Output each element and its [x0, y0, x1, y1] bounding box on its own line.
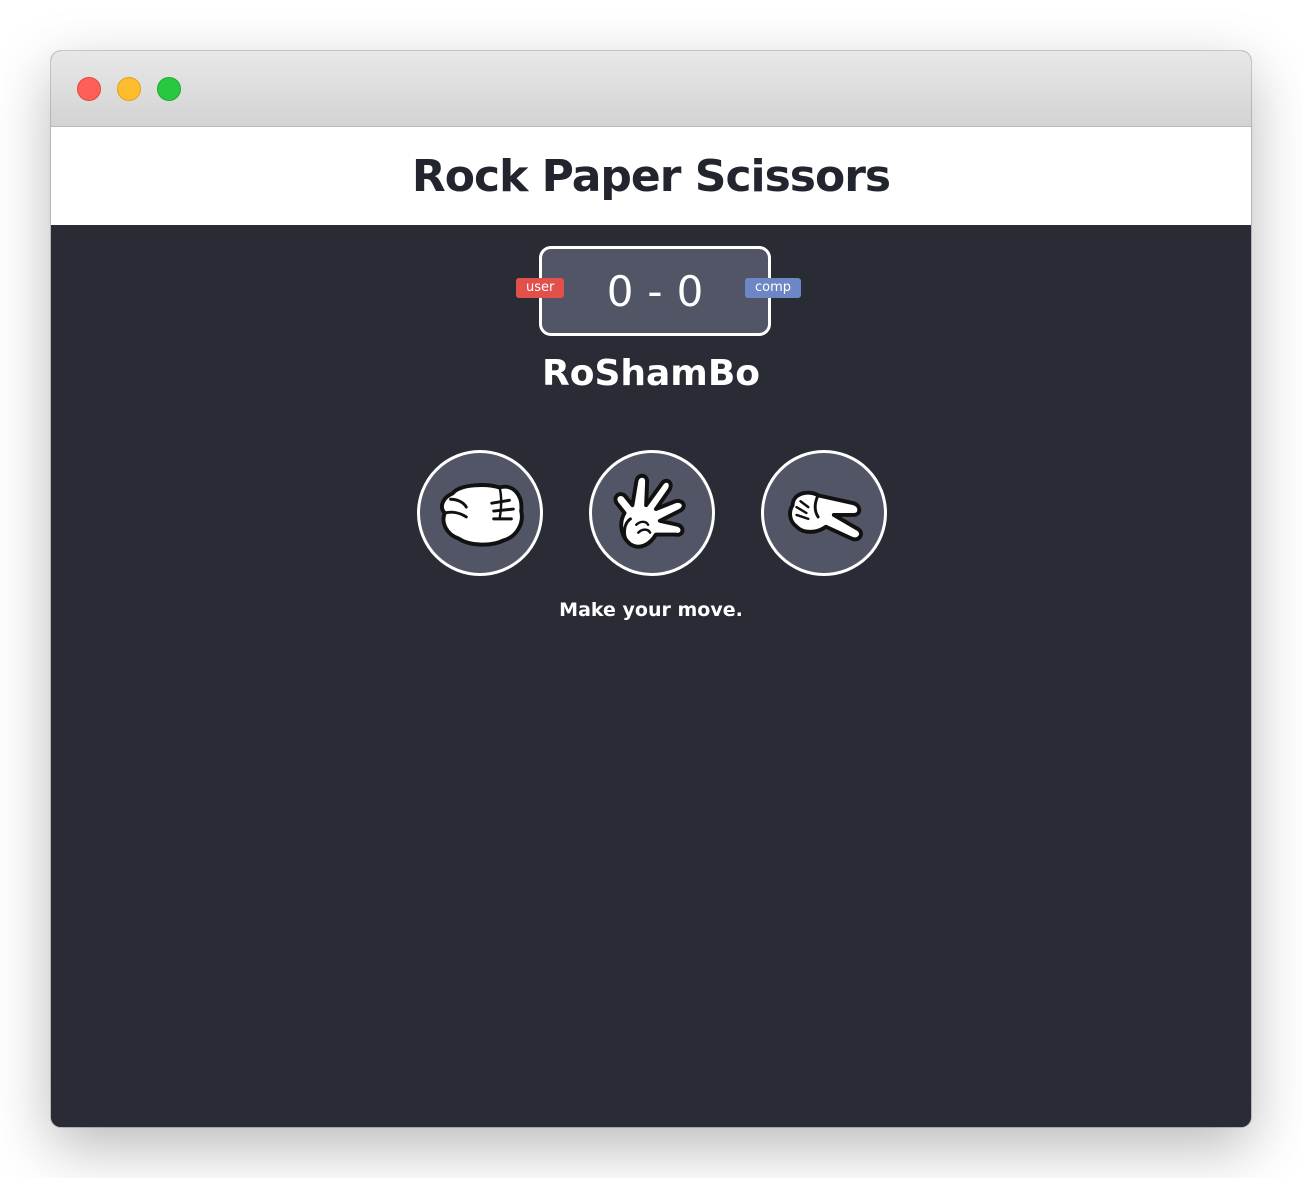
window-titlebar — [51, 51, 1251, 127]
app-window: Rock Paper Scissors 0 - 0 user comp RoSh… — [51, 51, 1251, 1127]
scissors-button[interactable] — [761, 450, 887, 576]
paper-hand-icon — [613, 473, 686, 549]
minimize-button[interactable] — [117, 77, 141, 101]
rock-fist-icon — [440, 483, 524, 547]
score-separator: - — [647, 266, 663, 316]
scoreboard: 0 - 0 — [539, 246, 771, 336]
scissors-hand-icon — [788, 490, 863, 542]
user-score: 0 — [606, 266, 634, 316]
paper-button[interactable] — [589, 450, 715, 576]
game-board: 0 - 0 user comp RoShamBo Make your move. — [51, 225, 1251, 1127]
app-header: Rock Paper Scissors — [51, 127, 1251, 225]
comp-score: 0 — [676, 266, 704, 316]
status-message: Make your move. — [559, 599, 743, 621]
page-title: Rock Paper Scissors — [411, 150, 891, 202]
comp-badge: comp — [745, 278, 802, 298]
user-badge: user — [516, 278, 565, 298]
game-subtitle: RoShamBo — [542, 353, 760, 394]
zoom-button[interactable] — [157, 77, 181, 101]
close-button[interactable] — [77, 77, 101, 101]
rock-button[interactable] — [417, 450, 543, 576]
